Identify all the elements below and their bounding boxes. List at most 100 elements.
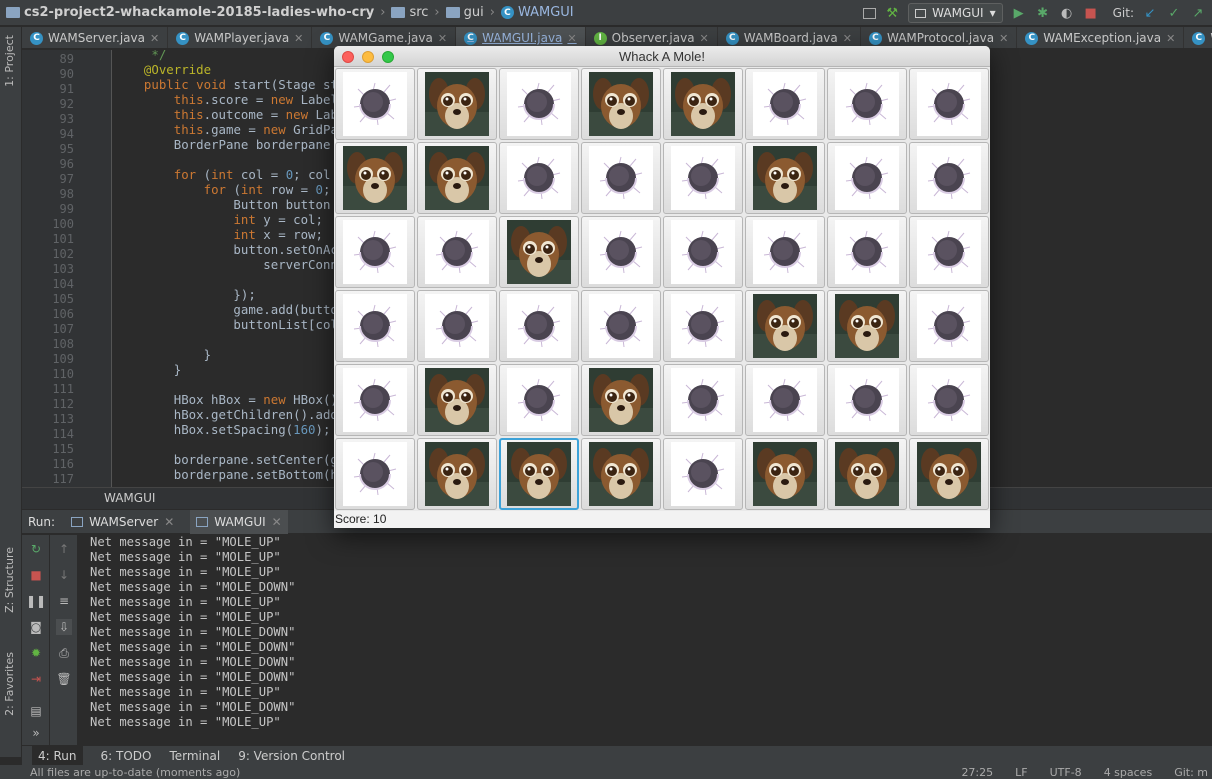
mole-hole-button[interactable] bbox=[827, 216, 907, 288]
mole-hole-button[interactable] bbox=[663, 438, 743, 510]
git-push-icon[interactable]: ↗ bbox=[1190, 5, 1206, 21]
file-encoding[interactable]: UTF-8 bbox=[1050, 766, 1082, 779]
exit-icon[interactable]: ⇥ bbox=[28, 671, 44, 687]
mole-hole-button[interactable] bbox=[581, 68, 661, 140]
mole-hole-button[interactable] bbox=[335, 438, 415, 510]
git-commit-icon[interactable]: ✓ bbox=[1166, 5, 1182, 21]
bottom-tab[interactable]: Terminal bbox=[169, 749, 220, 763]
print-icon[interactable]: ⎙ bbox=[56, 645, 72, 661]
close-icon[interactable]: ✕ bbox=[999, 32, 1008, 45]
mole-hole-button[interactable] bbox=[581, 438, 661, 510]
build-hammer-icon[interactable]: ⚒ bbox=[884, 5, 900, 21]
mole-hole-button[interactable] bbox=[499, 142, 579, 214]
mole-hole-button[interactable] bbox=[335, 216, 415, 288]
mole-hole-button[interactable] bbox=[909, 68, 989, 140]
close-icon[interactable]: ✕ bbox=[700, 32, 709, 45]
mole-hole-button[interactable] bbox=[499, 364, 579, 436]
mole-hole-button[interactable] bbox=[499, 216, 579, 288]
zoom-window-button[interactable] bbox=[382, 51, 394, 63]
mole-hole-button[interactable] bbox=[663, 364, 743, 436]
project-tool-tab[interactable]: 1: Project bbox=[3, 35, 16, 87]
mole-hole-button[interactable] bbox=[417, 216, 497, 288]
editor-footer-label[interactable]: WAMGUI bbox=[104, 491, 155, 505]
favorites-tool-tab[interactable]: 2: Favorites bbox=[3, 652, 16, 716]
mole-hole-button[interactable] bbox=[581, 216, 661, 288]
close-icon[interactable]: ✕ bbox=[843, 32, 852, 45]
mole-hole-button[interactable] bbox=[827, 364, 907, 436]
up-arrow-icon[interactable]: ↑ bbox=[56, 541, 72, 557]
run-icon[interactable]: ▶ bbox=[1011, 5, 1027, 21]
mole-hole-button[interactable] bbox=[417, 364, 497, 436]
editor-tab[interactable]: CWAMNetworkClien✕ bbox=[1184, 27, 1212, 48]
mole-hole-button[interactable] bbox=[499, 438, 579, 510]
bottom-tab[interactable]: 4: Run bbox=[32, 745, 83, 766]
mole-hole-button[interactable] bbox=[745, 68, 825, 140]
run-tab-wamserver[interactable]: WAMServer ✕ bbox=[65, 510, 180, 534]
soft-wrap-icon[interactable]: ≡ bbox=[56, 593, 72, 609]
stop-icon[interactable]: ■ bbox=[28, 567, 44, 583]
breadcrumb-gui[interactable]: gui bbox=[464, 5, 484, 20]
close-window-button[interactable] bbox=[342, 51, 354, 63]
bug-icon[interactable]: ✹ bbox=[28, 645, 44, 661]
console-output[interactable]: Net message in = "MOLE_UP" Net message in… bbox=[78, 535, 1212, 745]
mole-hole-button[interactable] bbox=[663, 142, 743, 214]
close-icon[interactable]: ✕ bbox=[294, 32, 303, 45]
close-icon[interactable]: ✕ bbox=[150, 32, 159, 45]
mole-hole-button[interactable] bbox=[663, 216, 743, 288]
close-icon[interactable]: ✕ bbox=[567, 32, 576, 45]
breadcrumb-file[interactable]: WAMGUI bbox=[518, 5, 574, 20]
mole-hole-button[interactable] bbox=[417, 438, 497, 510]
mole-hole-button[interactable] bbox=[335, 68, 415, 140]
close-icon[interactable]: ✕ bbox=[272, 515, 282, 529]
debug-icon[interactable]: ✱ bbox=[1035, 5, 1051, 21]
structure-tool-tab[interactable]: Z: Structure bbox=[3, 547, 16, 613]
mole-hole-button[interactable] bbox=[663, 68, 743, 140]
line-separator[interactable]: LF bbox=[1015, 766, 1027, 779]
git-branch[interactable]: Git: m bbox=[1174, 766, 1208, 779]
editor-tab[interactable]: C WAMException.java ✕ bbox=[1017, 27, 1185, 48]
mole-hole-button[interactable] bbox=[335, 290, 415, 362]
run-tab-wamgui[interactable]: WAMGUI ✕ bbox=[190, 509, 288, 534]
bottom-tab[interactable]: 9: Version Control bbox=[238, 749, 345, 763]
mole-hole-button[interactable] bbox=[417, 290, 497, 362]
coverage-icon[interactable]: ◐ bbox=[1059, 5, 1075, 21]
mole-hole-button[interactable] bbox=[581, 364, 661, 436]
more-icon[interactable]: » bbox=[28, 725, 44, 741]
mole-hole-button[interactable] bbox=[581, 142, 661, 214]
down-arrow-icon[interactable]: ↓ bbox=[56, 567, 72, 583]
cursor-position[interactable]: 27:25 bbox=[961, 766, 993, 779]
minimize-window-button[interactable] bbox=[362, 51, 374, 63]
mole-hole-button[interactable] bbox=[745, 142, 825, 214]
mole-hole-button[interactable] bbox=[745, 216, 825, 288]
layout-icon[interactable] bbox=[863, 7, 877, 19]
mole-hole-button[interactable] bbox=[417, 142, 497, 214]
mole-hole-button[interactable] bbox=[499, 68, 579, 140]
indent-setting[interactable]: 4 spaces bbox=[1104, 766, 1153, 779]
git-update-icon[interactable]: ↙ bbox=[1142, 5, 1158, 21]
trash-icon[interactable]: 🗑 bbox=[56, 671, 72, 687]
layout-icon[interactable]: ▤ bbox=[28, 703, 44, 719]
mole-hole-button[interactable] bbox=[827, 290, 907, 362]
mole-hole-button[interactable] bbox=[663, 290, 743, 362]
mole-hole-button[interactable] bbox=[581, 290, 661, 362]
mole-hole-button[interactable] bbox=[827, 68, 907, 140]
mole-hole-button[interactable] bbox=[417, 68, 497, 140]
mole-hole-button[interactable] bbox=[745, 364, 825, 436]
scroll-to-end-icon[interactable]: ⇩ bbox=[56, 619, 72, 635]
mole-hole-button[interactable] bbox=[909, 290, 989, 362]
close-icon[interactable]: ✕ bbox=[1166, 32, 1175, 45]
mole-hole-button[interactable] bbox=[909, 438, 989, 510]
breadcrumb-project[interactable]: cs2-project2-whackamole-20185-ladies-who… bbox=[24, 5, 374, 20]
mole-hole-button[interactable] bbox=[745, 438, 825, 510]
mole-hole-button[interactable] bbox=[745, 290, 825, 362]
mole-hole-button[interactable] bbox=[335, 142, 415, 214]
editor-tab[interactable]: C WAMPlayer.java ✕ bbox=[168, 27, 313, 48]
close-icon[interactable]: ✕ bbox=[438, 32, 447, 45]
mole-hole-button[interactable] bbox=[909, 364, 989, 436]
close-icon[interactable]: ✕ bbox=[164, 515, 174, 529]
bottom-tab[interactable]: 6: TODO bbox=[101, 749, 152, 763]
mole-hole-button[interactable] bbox=[827, 142, 907, 214]
mole-hole-button[interactable] bbox=[827, 438, 907, 510]
camera-icon[interactable]: ◙ bbox=[28, 619, 44, 635]
breadcrumb-src[interactable]: src bbox=[409, 5, 428, 20]
